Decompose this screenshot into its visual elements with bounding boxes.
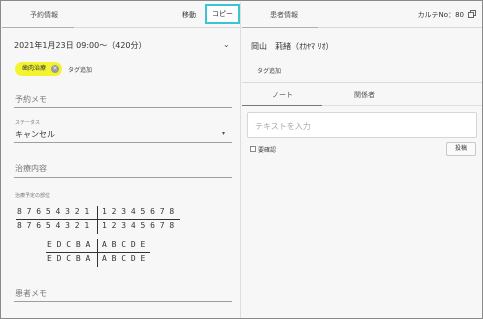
baby-teeth-horizontal-divider bbox=[46, 252, 150, 253]
status-underline bbox=[14, 142, 232, 143]
teeth-lower-right[interactable]: 1 2 3 4 5 6 7 8 bbox=[102, 221, 174, 230]
teeth-chart-vertical-divider bbox=[97, 206, 98, 234]
close-icon[interactable]: × bbox=[51, 65, 59, 73]
baby-teeth-vertical-divider bbox=[97, 239, 98, 267]
tab-active-underline bbox=[242, 27, 318, 28]
treatment-input[interactable] bbox=[14, 177, 232, 178]
teeth-upper-right[interactable]: 1 2 3 4 5 6 7 8 bbox=[102, 207, 174, 216]
tag-chip-label: 歯肉治療 bbox=[22, 65, 47, 72]
tab-active-underline bbox=[2, 27, 74, 28]
reservation-datetime: 2021年1月23日 09:00〜（420分） bbox=[14, 41, 147, 50]
memo-input[interactable] bbox=[14, 107, 232, 108]
baby-teeth-upper-right[interactable]: A B C D E bbox=[102, 240, 145, 249]
note-tabs: ノート 関係者 bbox=[242, 83, 482, 106]
teeth-upper-left[interactable]: 8 7 6 5 4 3 2 1 bbox=[17, 207, 89, 216]
tab-related-persons[interactable]: 関係者 bbox=[354, 90, 375, 100]
baby-teeth-lower-left[interactable]: E D C B A bbox=[47, 254, 90, 263]
status-label: ステータス bbox=[15, 120, 41, 126]
move-button[interactable]: 移動 bbox=[182, 10, 196, 20]
patient-panel: 患者情報 カルテNo：80 岡山 莉緒（ｵｶﾔﾏ ﾘｵ） タグ追加 ノート 関係… bbox=[242, 2, 482, 318]
treatment-label: 治療内容 bbox=[15, 164, 47, 173]
tab-notes[interactable]: ノート bbox=[272, 90, 293, 100]
patient-memo-label: 患者メモ bbox=[15, 289, 47, 298]
dropdown-arrow-icon[interactable]: ▾ bbox=[222, 130, 225, 137]
tab-active-underline bbox=[242, 105, 322, 106]
confirm-checkbox[interactable] bbox=[250, 146, 256, 152]
tabs-divider bbox=[322, 105, 482, 106]
teeth-chart-horizontal-divider bbox=[16, 219, 180, 220]
add-tag-link[interactable]: タグ追加 bbox=[257, 66, 281, 75]
baby-teeth-lower-right[interactable]: A B C D E bbox=[102, 254, 145, 263]
reservation-panel: 予約情報 移動 コピー 2021年1月23日 09:00〜（420分） ⌄ 歯肉… bbox=[2, 2, 241, 318]
karte-number: カルテNo：80 bbox=[417, 11, 464, 19]
note-text-input[interactable]: テキストを入力 bbox=[247, 112, 477, 138]
patient-header: 患者情報 カルテNo：80 bbox=[242, 2, 482, 28]
teeth-lower-left[interactable]: 8 7 6 5 4 3 2 1 bbox=[17, 221, 89, 230]
memo-label: 予約メモ bbox=[15, 95, 47, 104]
patient-memo-input[interactable] bbox=[14, 301, 232, 302]
baby-teeth-upper-left[interactable]: E D C B A bbox=[47, 240, 90, 249]
app-frame: 予約情報 移動 コピー 2021年1月23日 09:00〜（420分） ⌄ 歯肉… bbox=[0, 0, 483, 319]
patient-name: 岡山 莉緒（ｵｶﾔﾏ ﾘｵ） bbox=[251, 42, 334, 51]
add-tag-link[interactable]: タグ追加 bbox=[68, 65, 92, 74]
reservation-header: 予約情報 移動 コピー bbox=[2, 2, 240, 28]
copy-icon[interactable] bbox=[468, 10, 476, 18]
tab-patient-info[interactable]: 患者情報 bbox=[270, 10, 298, 20]
copy-button[interactable]: コピー bbox=[205, 4, 240, 24]
status-select[interactable]: キャンセル bbox=[15, 129, 55, 140]
chevron-down-icon[interactable]: ⌄ bbox=[223, 40, 230, 49]
teeth-label: 治療予定の部位 bbox=[15, 193, 51, 199]
post-button[interactable]: 投稿 bbox=[446, 142, 476, 156]
tab-reservation-info[interactable]: 予約情報 bbox=[30, 10, 58, 20]
confirm-checkbox-label: 要確認 bbox=[258, 147, 277, 154]
